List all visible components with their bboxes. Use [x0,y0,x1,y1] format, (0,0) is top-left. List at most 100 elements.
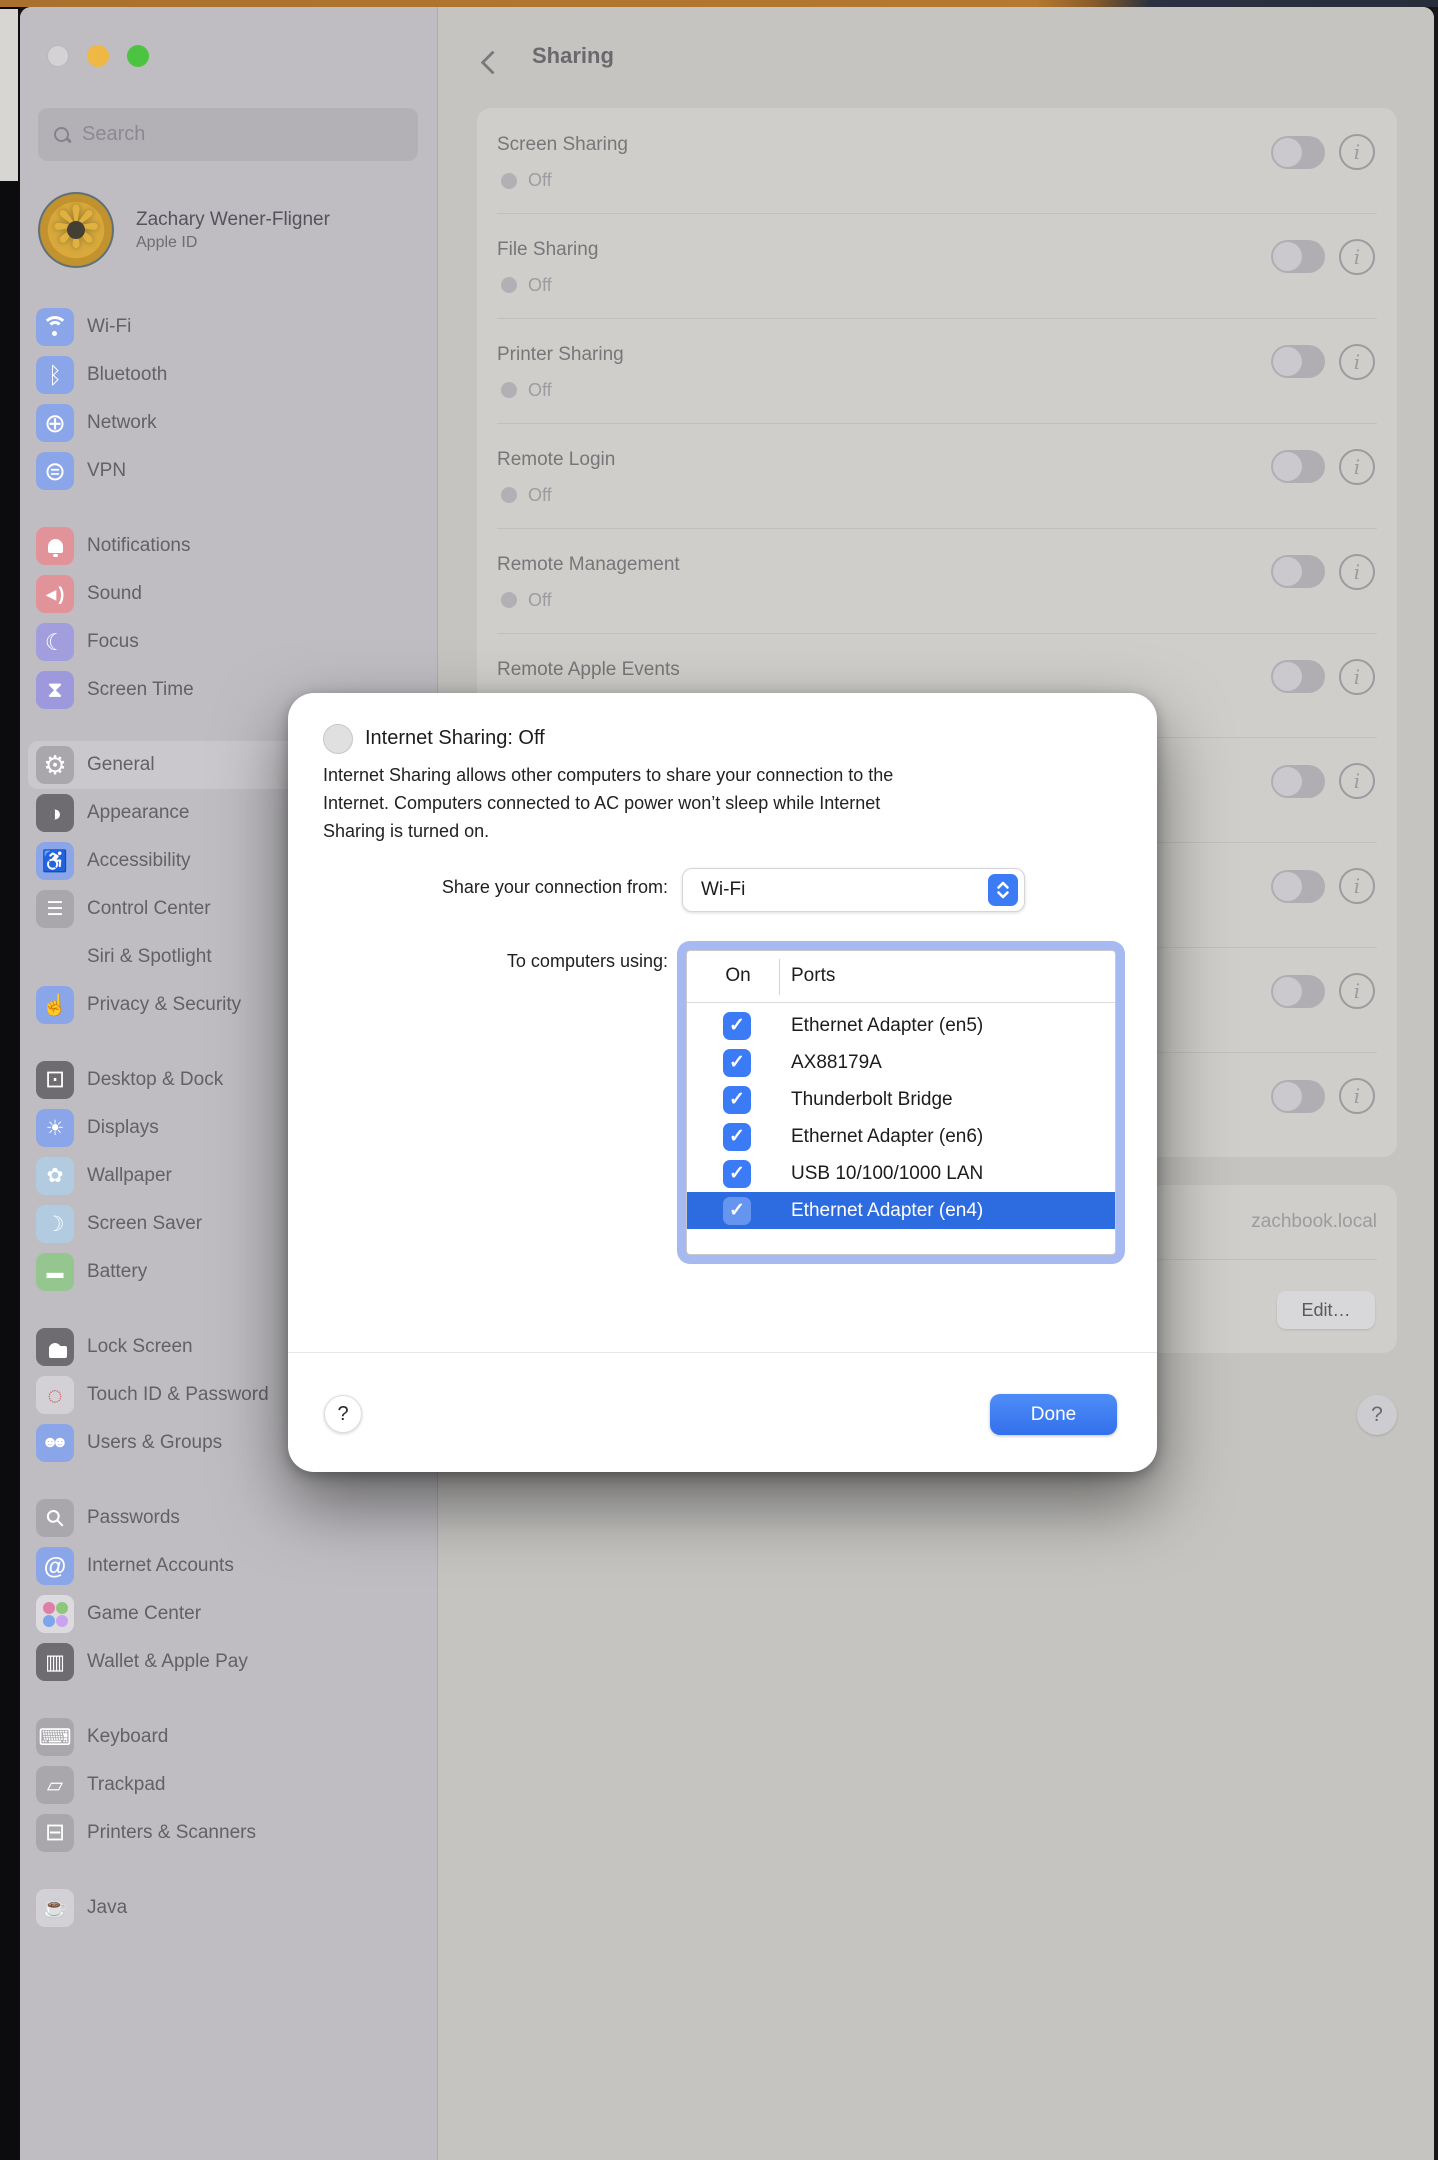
toggle-switch[interactable] [1271,660,1325,693]
info-icon[interactable]: i [1339,239,1375,275]
sidebar-item-notifications[interactable]: Notifications [28,522,429,570]
sidebar-item-label: Wallet & Apple Pay [87,1651,248,1673]
key-icon [36,1499,74,1537]
page-title: Sharing [532,43,614,69]
sidebar-item-label: VPN [87,460,126,482]
toggle-switch[interactable] [1271,975,1325,1008]
sharing-row-controls: i [1271,134,1375,170]
screensaver-icon [36,1205,74,1243]
checkbox-checked-icon[interactable]: ✓ [723,1049,751,1077]
bell-icon [36,527,74,565]
port-row-ethernet-adapter-en4-[interactable]: ✓Ethernet Adapter (en4) [687,1192,1115,1229]
sidebar-item-label: Java [87,1897,127,1919]
lock-icon [36,1328,74,1366]
info-icon[interactable]: i [1339,554,1375,590]
sidebar-item-label: Keyboard [87,1726,168,1748]
sidebar-item-sound[interactable]: Sound [28,570,429,618]
avatar [38,192,114,268]
sidebar-item-label: Siri & Spotlight [87,946,212,968]
sidebar-item-passwords[interactable]: Passwords [28,1494,429,1542]
select-stepper-icon [988,874,1018,906]
sidebar-group: NotificationsSoundFocusScreen Time [28,522,429,714]
sharing-row-controls: i [1271,344,1375,380]
sidebar-item-wallet-apple-pay[interactable]: Wallet & Apple Pay [28,1638,429,1686]
sidebar-item-game-center[interactable]: Game Center [28,1590,429,1638]
background-window-edge [0,9,18,181]
checkbox-checked-icon[interactable]: ✓ [723,1123,751,1151]
sidebar-item-vpn[interactable]: VPN [28,447,429,495]
sharing-row-printer-sharing: Printer SharingOffi [477,318,1397,423]
search-placeholder: Search [82,123,145,146]
sidebar-item-label: Sound [87,583,142,605]
info-icon[interactable]: i [1339,868,1375,904]
sharing-row-label: Remote Management [497,554,680,576]
speaker-icon [36,575,74,613]
info-icon[interactable]: i [1339,449,1375,485]
apple-id-profile[interactable]: Zachary Wener-Fligner Apple ID [38,192,330,268]
port-row-ethernet-adapter-en6-[interactable]: ✓Ethernet Adapter (en6) [687,1118,1115,1155]
checkbox-checked-icon[interactable]: ✓ [723,1086,751,1114]
sidebar-item-wifi[interactable]: Wi-Fi [28,303,429,351]
port-row-usb-10-100-1000-lan[interactable]: ✓USB 10/100/1000 LAN [687,1155,1115,1192]
zoom-button[interactable] [127,45,149,67]
profile-subtitle: Apple ID [136,234,330,252]
toggle-switch[interactable] [1271,345,1325,378]
info-icon[interactable]: i [1339,1078,1375,1114]
checkbox-checked-icon[interactable]: ✓ [723,1012,751,1040]
sharing-row-status: Off [501,380,552,401]
sidebar-item-label: Wallpaper [87,1165,172,1187]
back-chevron-icon[interactable] [475,49,505,79]
toggle-knob [1273,242,1302,271]
sidebar-item-java[interactable]: Java [28,1884,429,1932]
toggle-knob [1273,662,1302,691]
sidebar-item-keyboard[interactable]: Keyboard [28,1713,429,1761]
background-help-button[interactable]: ? [1357,1395,1397,1435]
sidebar-item-bluetooth[interactable]: Bluetooth [28,351,429,399]
port-row-ax88179a[interactable]: ✓AX88179A [687,1044,1115,1081]
local-hostname-value: zachbook.local [1251,1211,1377,1233]
toggle-switch[interactable] [1271,450,1325,483]
sheet-title: Internet Sharing: Off [365,727,545,750]
sharing-row-controls: i [1271,449,1375,485]
ports-rows: ✓Ethernet Adapter (en5)✓AX88179A✓Thunder… [687,1003,1115,1229]
toggle-switch[interactable] [1271,1080,1325,1113]
sidebar-item-network[interactable]: Network [28,399,429,447]
info-icon[interactable]: i [1339,344,1375,380]
sidebar-item-internet-accounts[interactable]: Internet Accounts [28,1542,429,1590]
sidebar-item-label: Wi-Fi [87,316,131,338]
wallet-icon [36,1643,74,1681]
edit-hostname-button[interactable]: Edit… [1277,1291,1375,1329]
info-icon[interactable]: i [1339,134,1375,170]
toggle-switch[interactable] [1271,136,1325,169]
sharing-row-file-sharing: File SharingOffi [477,213,1397,318]
toggle-knob [1273,452,1302,481]
sidebar-item-label: Trackpad [87,1774,166,1796]
port-row-ethernet-adapter-en5-[interactable]: ✓Ethernet Adapter (en5) [687,1007,1115,1044]
minimize-button[interactable] [87,45,109,67]
sheet-help-button[interactable]: ? [324,1395,362,1433]
sharing-row-controls: i [1271,659,1375,695]
toggle-switch[interactable] [1271,765,1325,798]
sheet-footer-divider [288,1352,1157,1353]
checkbox-checked-icon[interactable]: ✓ [723,1197,751,1225]
sharing-row-screen-sharing: Screen SharingOffi [477,108,1397,213]
info-icon[interactable]: i [1339,763,1375,799]
info-icon[interactable]: i [1339,659,1375,695]
close-button[interactable] [47,45,69,67]
desktop-left-edge [0,7,20,2160]
done-button[interactable]: Done [990,1394,1117,1435]
toggle-switch[interactable] [1271,240,1325,273]
toggle-switch[interactable] [1271,555,1325,588]
share-from-select[interactable]: Wi-Fi [682,868,1025,912]
sidebar-item-printers-scanners[interactable]: Printers & Scanners [28,1809,429,1857]
sidebar-item-trackpad[interactable]: Trackpad [28,1761,429,1809]
sidebar-item-focus[interactable]: Focus [28,618,429,666]
checkbox-checked-icon[interactable]: ✓ [723,1160,751,1188]
port-row-thunderbolt-bridge[interactable]: ✓Thunderbolt Bridge [687,1081,1115,1118]
toggle-switch[interactable] [1271,870,1325,903]
vpn-globe-icon [36,452,74,490]
toggle-knob [1273,138,1302,167]
search-input[interactable]: Search [38,108,418,161]
info-icon[interactable]: i [1339,973,1375,1009]
status-dot-icon [501,487,517,503]
